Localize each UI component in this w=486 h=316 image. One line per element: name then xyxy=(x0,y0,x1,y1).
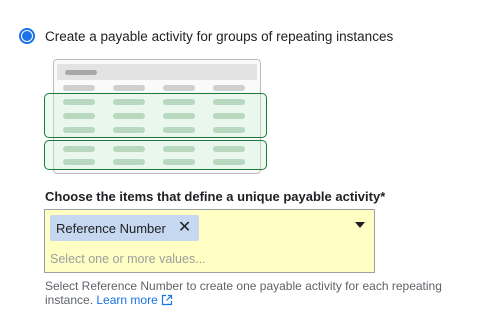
external-link-icon xyxy=(161,294,172,306)
field-label: Choose the items that define a unique pa… xyxy=(45,189,386,204)
illustration-pill xyxy=(63,99,95,105)
illustration-pill xyxy=(63,127,95,133)
illustration-group-1 xyxy=(44,93,267,138)
illustration-row xyxy=(57,109,257,123)
illustration-pill xyxy=(63,146,95,152)
illustration-pill xyxy=(113,99,145,105)
items-multiselect[interactable]: Reference Number ✕ xyxy=(44,209,375,273)
illustration-pill xyxy=(63,85,95,91)
illustration-pill xyxy=(63,113,95,119)
illustration-pill xyxy=(163,99,195,105)
payable-option-radio[interactable] xyxy=(19,28,35,44)
illustration-header-pill xyxy=(65,70,97,75)
illustration-pill xyxy=(63,159,95,165)
illustration-pill xyxy=(213,113,245,119)
help-text: Select Reference Number to create one pa… xyxy=(45,279,465,307)
illustration-row xyxy=(57,155,257,169)
illustration-row xyxy=(57,95,257,109)
learn-more-link[interactable]: Learn more xyxy=(96,293,172,307)
payable-option-label[interactable]: Create a payable activity for groups of … xyxy=(45,29,393,44)
payable-option-row[interactable]: Create a payable activity for groups of … xyxy=(19,28,393,44)
illustration-pill xyxy=(213,99,245,105)
illustration-pill xyxy=(213,159,245,165)
illustration-pill xyxy=(213,127,245,133)
illustration-row xyxy=(57,142,257,156)
illustration-pill xyxy=(113,85,145,91)
illustration-header-row xyxy=(57,64,257,80)
chip-label: Reference Number xyxy=(56,220,166,236)
items-search-input[interactable] xyxy=(50,250,340,268)
illustration-pill xyxy=(113,113,145,119)
illustration-pill xyxy=(163,113,195,119)
illustration-pill xyxy=(163,146,195,152)
illustration-pill xyxy=(113,159,145,165)
learn-more-label: Learn more xyxy=(96,293,158,307)
radio-selected-dot xyxy=(22,31,32,41)
illustration-pill xyxy=(213,146,245,152)
illustration-pill xyxy=(113,127,145,133)
illustration-pill xyxy=(113,146,145,152)
illustration-pill xyxy=(213,85,245,91)
illustration-pill xyxy=(163,85,195,91)
page: Create a payable activity for groups of … xyxy=(0,0,486,316)
illustration-pill xyxy=(163,159,195,165)
illustration-row xyxy=(57,123,257,137)
close-icon[interactable]: ✕ xyxy=(178,220,191,236)
repeating-groups-illustration xyxy=(44,59,270,179)
triangle-down-icon[interactable] xyxy=(355,222,365,228)
illustration-group-2 xyxy=(44,140,267,170)
illustration-pill xyxy=(163,127,195,133)
selected-chip: Reference Number ✕ xyxy=(50,215,200,241)
